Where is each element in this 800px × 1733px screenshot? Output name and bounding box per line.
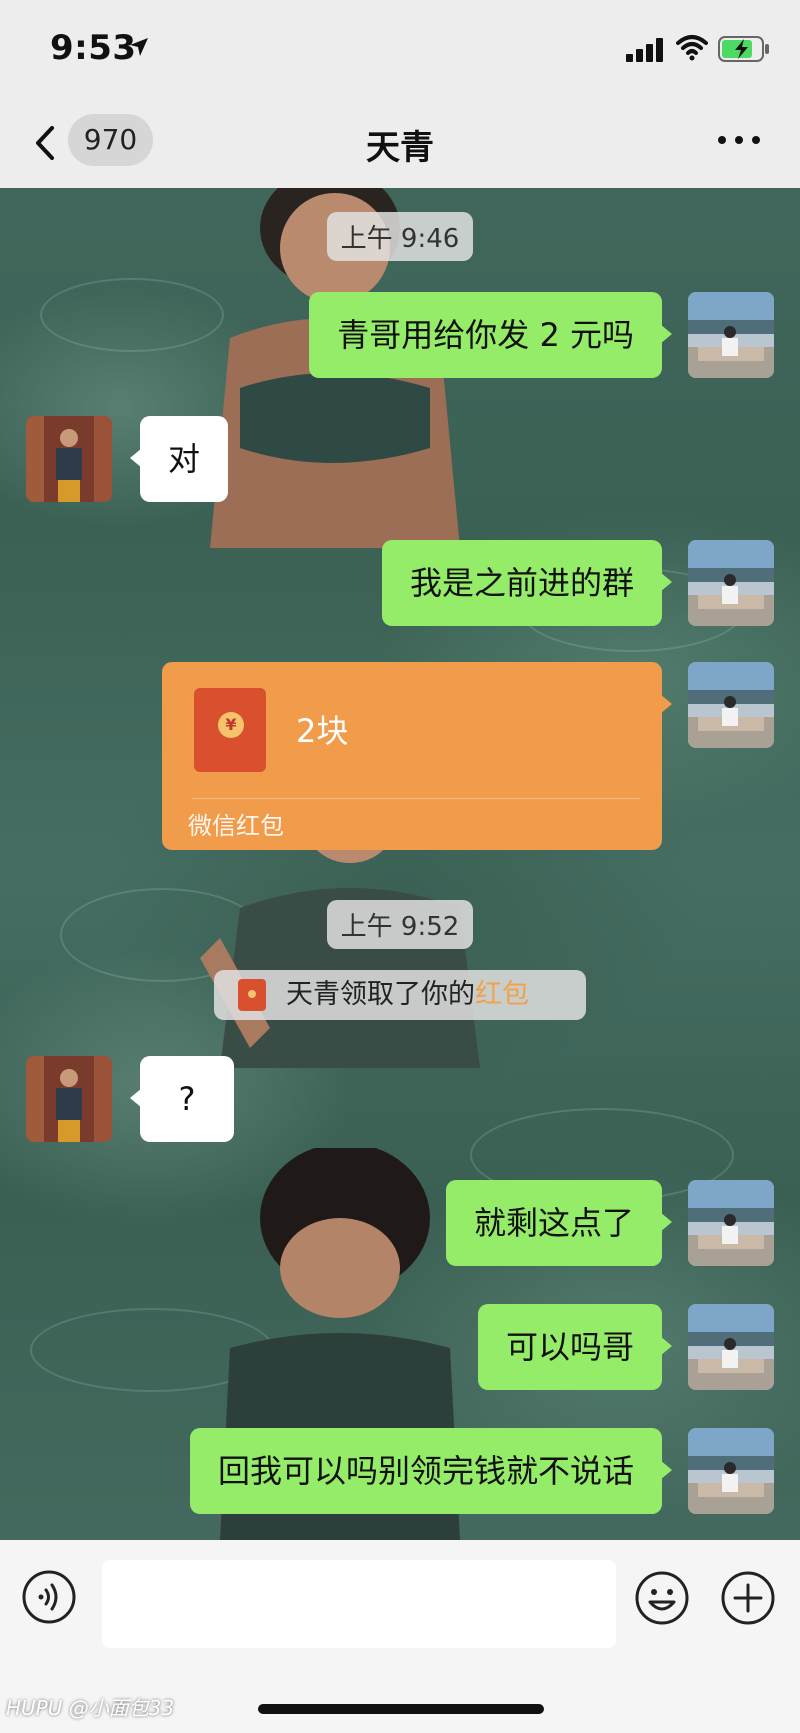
red-packet-amount: 2块 — [296, 712, 349, 750]
message-bubble-sent[interactable]: 就剩这点了 — [445, 1180, 673, 1266]
contact-avatar[interactable] — [26, 1056, 112, 1142]
my-avatar[interactable] — [688, 1304, 774, 1390]
plus-icon[interactable] — [720, 1570, 776, 1626]
red-packet-message[interactable]: ¥ 2块 微信红包 — [162, 662, 672, 850]
status-bar: 9:53 — [0, 0, 800, 100]
my-avatar[interactable] — [688, 1180, 774, 1266]
wifi-icon — [676, 35, 708, 61]
message-input[interactable] — [102, 1560, 616, 1648]
red-packet-icon — [238, 979, 266, 1011]
more-dots-icon[interactable] — [716, 130, 762, 150]
contact-avatar[interactable] — [26, 416, 112, 502]
battery-charging-icon — [718, 36, 769, 62]
timestamp: 上午 9:52 — [0, 900, 800, 949]
red-packet-icon: ¥ — [194, 688, 266, 772]
voice-icon[interactable] — [22, 1570, 76, 1624]
my-avatar[interactable] — [688, 662, 774, 748]
input-bar: HUPU @小面包33 — [0, 1540, 800, 1733]
message-bubble-sent[interactable]: 可以吗哥 — [477, 1304, 673, 1390]
my-avatar[interactable] — [688, 292, 774, 378]
message-bubble-received[interactable]: 对 — [129, 416, 229, 502]
system-message-prefix: 天青领取了你的 — [286, 979, 475, 1010]
page-title: 天青 — [366, 128, 434, 168]
system-message-text: 天青领取了你的红包 — [286, 970, 529, 1020]
chat-area[interactable]: 上午 9:46 青哥用给你发 2 元吗 对 我是之前进的群 ¥ 2块 微信红包 … — [0, 188, 800, 1540]
message-bubble-sent[interactable]: 青哥用给你发 2 元吗 — [309, 292, 672, 378]
timestamp: 上午 9:46 — [0, 212, 800, 261]
timestamp-label: 上午 9:46 — [326, 212, 474, 261]
red-packet-link[interactable]: 红包 — [475, 979, 529, 1010]
red-packet-source: 微信红包 — [188, 812, 284, 840]
signal-icon — [626, 38, 663, 62]
watermark: HUPU @小面包33 — [6, 1696, 175, 1720]
my-avatar[interactable] — [688, 1428, 774, 1514]
my-avatar[interactable] — [688, 540, 774, 626]
emoji-icon[interactable] — [634, 1570, 690, 1626]
message-bubble-sent[interactable]: 回我可以吗别领完钱就不说话 — [189, 1428, 673, 1514]
location-arrow-icon — [130, 38, 148, 56]
home-indicator[interactable] — [258, 1704, 544, 1714]
yuan-coin-icon: ¥ — [218, 712, 244, 738]
message-bubble-sent[interactable]: 我是之前进的群 — [381, 540, 673, 626]
divider — [192, 798, 640, 799]
timestamp-label: 上午 9:52 — [326, 900, 474, 949]
message-bubble-received[interactable]: ? — [130, 1056, 234, 1142]
system-message: 天青领取了你的红包 — [214, 970, 586, 1020]
status-time: 9:53 — [50, 28, 137, 68]
